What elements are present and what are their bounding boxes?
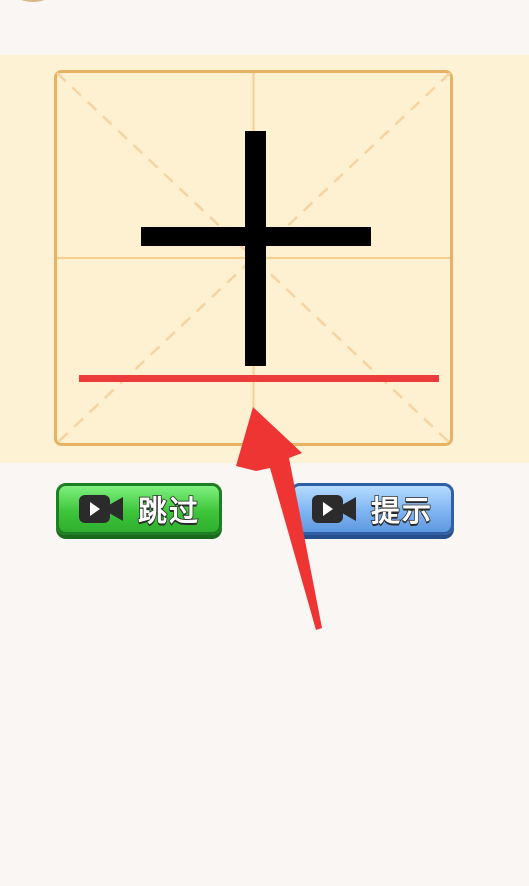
avatar[interactable] <box>10 0 56 2</box>
video-camera-icon <box>78 493 124 525</box>
hint-button[interactable]: 提示 <box>290 483 454 535</box>
character-vertical-stroke[interactable] <box>245 131 266 366</box>
red-baseline <box>79 375 439 382</box>
skip-button-label: 跳过 <box>137 493 200 529</box>
grid-svg <box>54 70 453 446</box>
character-grid[interactable] <box>54 70 453 446</box>
skip-button[interactable]: 跳过 <box>56 483 222 535</box>
game-screen: 跳过 提示 <box>0 0 529 886</box>
hint-button-label: 提示 <box>370 493 433 529</box>
video-camera-icon <box>311 493 357 525</box>
